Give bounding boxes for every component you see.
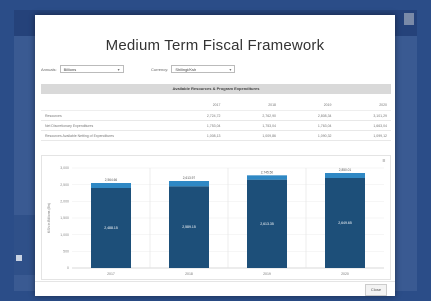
- top-data-label: 2,745.50: [261, 170, 274, 174]
- column-header: 2019: [280, 99, 336, 111]
- table-cell: 1,008,13: [169, 130, 225, 141]
- background-close-icon: [404, 13, 414, 25]
- table-row: Resources 2,724,72 2,762,90 2,808,34 3,1…: [41, 110, 391, 121]
- annuals-value: Billions: [63, 66, 77, 72]
- modal-footer-divider: [35, 281, 395, 282]
- fiscal-framework-modal: Medium Term Fiscal Framework Annuals: Bi…: [35, 15, 395, 296]
- table-cell: 2,808,34: [280, 110, 336, 121]
- resources-table-title: Available Resources & Program Expenditur…: [41, 84, 391, 94]
- chevron-down-icon: ▾: [117, 66, 120, 72]
- top-data-label: 2,850.01: [339, 168, 352, 172]
- column-header: 2017: [169, 99, 225, 111]
- table-cell: 1,099,12: [335, 130, 391, 141]
- bar-top: [325, 173, 365, 178]
- background-side-panel: [14, 215, 36, 275]
- table-cell: 1,753,04: [169, 120, 225, 131]
- top-data-label: 2,564.66: [105, 178, 118, 182]
- x-tick-label: 2020: [341, 272, 349, 276]
- row-label: Net Discretionary Expenditures: [41, 120, 169, 131]
- resources-table: 2017 2018 2019 2020 Resources 2,724,72 2…: [41, 99, 391, 141]
- table-cell: 1,763,04: [280, 120, 336, 131]
- column-header: [41, 99, 169, 111]
- close-button[interactable]: Close: [365, 284, 387, 296]
- y-tick-label: 0: [67, 266, 69, 270]
- table-cell: 1,663,04: [335, 120, 391, 131]
- currency-value: Shilingi/Ksh: [175, 66, 197, 72]
- y-tick-label: 1,000: [60, 233, 69, 237]
- table-cell: 1,009,86: [224, 130, 280, 141]
- table-cell: 2,762,90: [224, 110, 280, 121]
- background-marker: [16, 255, 22, 261]
- y-tick-label: 500: [63, 250, 69, 254]
- annuals-select[interactable]: Billions ▾: [59, 65, 124, 73]
- currency-select[interactable]: Shilingi/Ksh ▾: [171, 65, 236, 73]
- table-cell: 3,101,29: [335, 110, 391, 121]
- x-tick-label: 2018: [185, 272, 193, 276]
- column-header: 2020: [335, 99, 391, 111]
- data-label: 2,589.15: [182, 225, 196, 229]
- table-cell: 2,724,72: [169, 110, 225, 121]
- expenditure-chart: ≡ 0 500 1,000 1,500 2,000 2,500 3,000 KSh in Bi…: [41, 155, 391, 280]
- row-label: Resources Available Netting of Expenditu…: [41, 130, 169, 141]
- x-tick-label: 2017: [107, 272, 115, 276]
- annuals-label: Annuals:: [41, 66, 57, 72]
- y-tick-label: 2,000: [60, 200, 69, 204]
- y-tick-label: 2,500: [60, 183, 69, 187]
- bar-top: [169, 181, 209, 187]
- y-tick-label: 1,500: [60, 216, 69, 220]
- table-row: Net Discretionary Expenditures 1,753,04 …: [41, 120, 391, 131]
- chevron-down-icon: ▾: [229, 66, 232, 72]
- table-cell: 1,753,04: [224, 120, 280, 131]
- bar-top: [247, 175, 287, 180]
- column-header: 2018: [224, 99, 280, 111]
- data-label: 2,613.35: [260, 222, 274, 226]
- x-tick-label: 2019: [263, 272, 271, 276]
- chart-svg: 0 500 1,000 1,500 2,000 2,500 3,000 KSh in Bill…: [47, 166, 384, 276]
- annuals-filter: Annuals: Billions ▾: [41, 65, 124, 73]
- data-label: 2,649.65: [338, 221, 352, 225]
- currency-filter: Currency: Shilingi/Ksh ▾: [151, 65, 236, 73]
- data-label: 2,488.15: [104, 226, 118, 230]
- menu-icon[interactable]: ≡: [381, 158, 387, 164]
- y-tick-label: 3,000: [60, 166, 69, 170]
- row-label: Resources: [41, 110, 169, 121]
- currency-label: Currency:: [151, 66, 169, 72]
- modal-title: Medium Term Fiscal Framework: [105, 37, 325, 54]
- bar-top: [91, 183, 131, 188]
- table-row: Resources Available Netting of Expenditu…: [41, 130, 391, 141]
- y-axis-label: KSh in Billions (Bn): [47, 203, 51, 233]
- table-header-row: 2017 2018 2019 2020: [41, 99, 391, 111]
- table-cell: 1,090,32: [280, 130, 336, 141]
- top-data-label: 2,613.97: [183, 176, 196, 180]
